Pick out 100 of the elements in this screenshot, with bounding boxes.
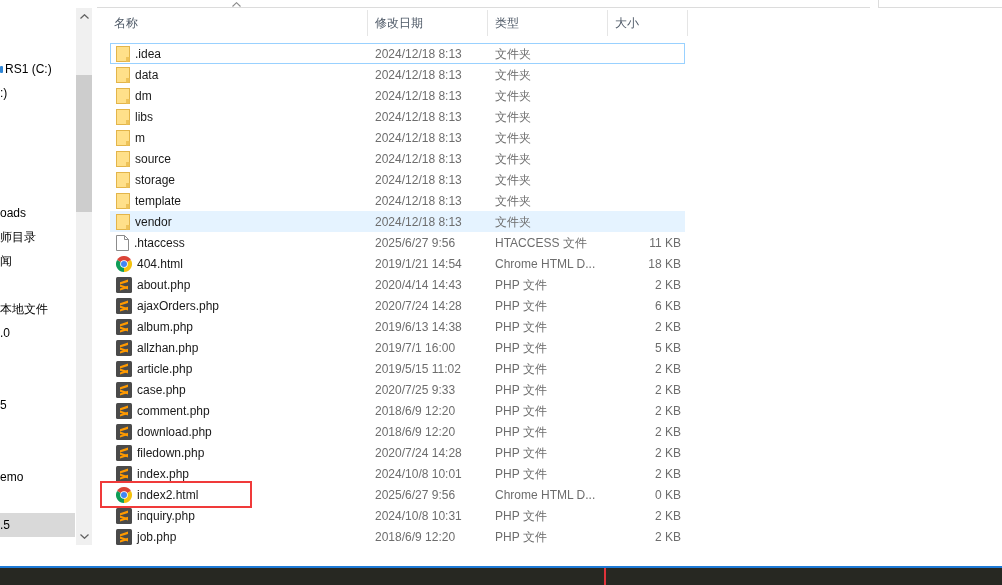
folder-icon	[116, 129, 130, 146]
file-type: PHP 文件	[495, 403, 547, 418]
file-type: 文件夹	[495, 193, 531, 208]
modified-date: 2020/7/25 9:33	[375, 382, 456, 397]
file-name[interactable]: filedown.php	[137, 443, 205, 462]
modified-date: 2024/10/8 10:31	[375, 508, 462, 523]
file-type: HTACCESS 文件	[495, 235, 587, 250]
file-name[interactable]: data	[135, 65, 159, 84]
modified-date: 2018/6/9 12:20	[375, 424, 456, 439]
file-name[interactable]: inquiry.php	[137, 506, 195, 525]
file-type: 文件夹	[495, 46, 531, 61]
file-size: 2 KB	[655, 276, 681, 294]
modified-date: 2019/6/13 14:38	[375, 319, 462, 334]
code-file-icon	[116, 423, 132, 440]
file-name[interactable]: case.php	[137, 380, 186, 399]
file-size: 2 KB	[655, 381, 681, 399]
file-type: 文件夹	[495, 109, 531, 124]
file-type: 文件夹	[495, 67, 531, 82]
file-row[interactable]: .idea 2024/12/18 8:13 文件夹	[110, 43, 685, 64]
file-name[interactable]: storage	[135, 170, 176, 189]
chevron-down-icon	[79, 534, 89, 539]
file-name[interactable]: download.php	[137, 422, 212, 441]
folder-icon	[116, 45, 130, 62]
file-size: 2 KB	[655, 318, 681, 336]
modified-date: 2018/6/9 12:20	[375, 529, 456, 544]
modified-date: 2020/7/24 14:28	[375, 298, 462, 313]
file-icon	[116, 234, 129, 251]
modified-date: 2018/6/9 12:20	[375, 403, 456, 418]
file-type: PHP 文件	[495, 529, 547, 544]
modified-date: 2025/6/27 9:56	[375, 235, 456, 250]
file-size: 11 KB	[649, 234, 681, 252]
chevron-up-icon	[79, 14, 89, 19]
file-type: PHP 文件	[495, 382, 547, 397]
file-type: PHP 文件	[495, 298, 547, 313]
file-size: 0 KB	[655, 486, 681, 504]
file-name[interactable]: dm	[135, 86, 152, 105]
file-type: Chrome HTML D...	[495, 487, 596, 502]
scrollbar-thumb[interactable]	[76, 75, 92, 212]
modified-date: 2024/12/18 8:13	[375, 193, 462, 208]
folder-icon	[116, 171, 130, 188]
file-name[interactable]: index2.html	[137, 485, 199, 504]
file-type: PHP 文件	[495, 508, 547, 523]
file-name[interactable]: about.php	[137, 275, 191, 294]
folder-icon	[116, 213, 130, 230]
file-type: PHP 文件	[495, 424, 547, 439]
modified-date: 2024/12/18 8:13	[375, 109, 462, 124]
file-name[interactable]: libs	[135, 107, 153, 126]
file-name[interactable]: index.php	[137, 464, 190, 483]
search-field[interactable]	[878, 0, 1002, 8]
modified-date: 2020/7/24 14:28	[375, 445, 462, 460]
file-size: 6 KB	[655, 297, 681, 315]
nav-item[interactable]: .5	[0, 513, 75, 537]
column-header[interactable]: 大小	[608, 10, 688, 36]
code-file-icon	[116, 339, 132, 356]
modified-date: 2024/12/18 8:13	[375, 88, 462, 103]
column-header[interactable]: 名称	[104, 10, 368, 36]
code-file-icon	[116, 381, 132, 398]
file-type: 文件夹	[495, 88, 531, 103]
file-type: PHP 文件	[495, 361, 547, 376]
file-size: 18 KB	[648, 255, 681, 273]
file-name[interactable]: allzhan.php	[137, 338, 199, 357]
modified-date: 2019/1/21 14:54	[375, 256, 462, 271]
chrome-icon	[116, 255, 132, 272]
file-name[interactable]: m	[135, 128, 145, 147]
file-type: PHP 文件	[495, 319, 547, 334]
code-file-icon	[116, 318, 132, 335]
file-name[interactable]: job.php	[137, 527, 177, 546]
modified-date: 2024/12/18 8:13	[375, 172, 462, 187]
file-size: 2 KB	[655, 528, 681, 546]
file-size: 5 KB	[655, 339, 681, 357]
file-type: 文件夹	[495, 172, 531, 187]
file-name[interactable]: .idea	[135, 44, 162, 63]
file-size: 2 KB	[655, 465, 681, 483]
modified-date: 2024/12/18 8:13	[375, 214, 462, 229]
file-name[interactable]: ajaxOrders.php	[137, 296, 220, 315]
column-header[interactable]: 修改日期	[368, 10, 488, 36]
file-name[interactable]: album.php	[137, 317, 194, 336]
modified-date: 2024/10/8 10:01	[375, 466, 462, 481]
file-row[interactable]: vendor 2024/12/18 8:13 文件夹	[110, 211, 685, 232]
file-name[interactable]: vendor	[135, 212, 172, 231]
file-type: 文件夹	[495, 214, 531, 229]
file-type: Chrome HTML D...	[495, 256, 596, 271]
modified-date: 2019/5/15 11:02	[375, 361, 461, 376]
modified-date: 2020/4/14 14:43	[375, 277, 462, 292]
file-name[interactable]: source	[135, 149, 172, 168]
modified-date: 2024/12/18 8:13	[375, 67, 462, 82]
modified-date: 2024/12/18 8:13	[375, 151, 462, 166]
file-name[interactable]: comment.php	[137, 401, 210, 420]
folder-icon	[116, 66, 130, 83]
file-name[interactable]: template	[135, 191, 182, 210]
modified-date: 2019/7/1 16:00	[375, 340, 456, 355]
code-file-icon	[116, 276, 132, 293]
file-name[interactable]: 404.html	[137, 254, 184, 273]
file-name[interactable]: article.php	[137, 359, 193, 378]
file-name[interactable]: .htaccess	[134, 233, 185, 252]
code-file-icon	[116, 297, 132, 314]
column-header[interactable]: 类型	[488, 10, 608, 36]
file-type: PHP 文件	[495, 340, 547, 355]
modified-date: 2024/12/18 8:13	[375, 130, 462, 145]
file-size: 2 KB	[655, 444, 681, 462]
